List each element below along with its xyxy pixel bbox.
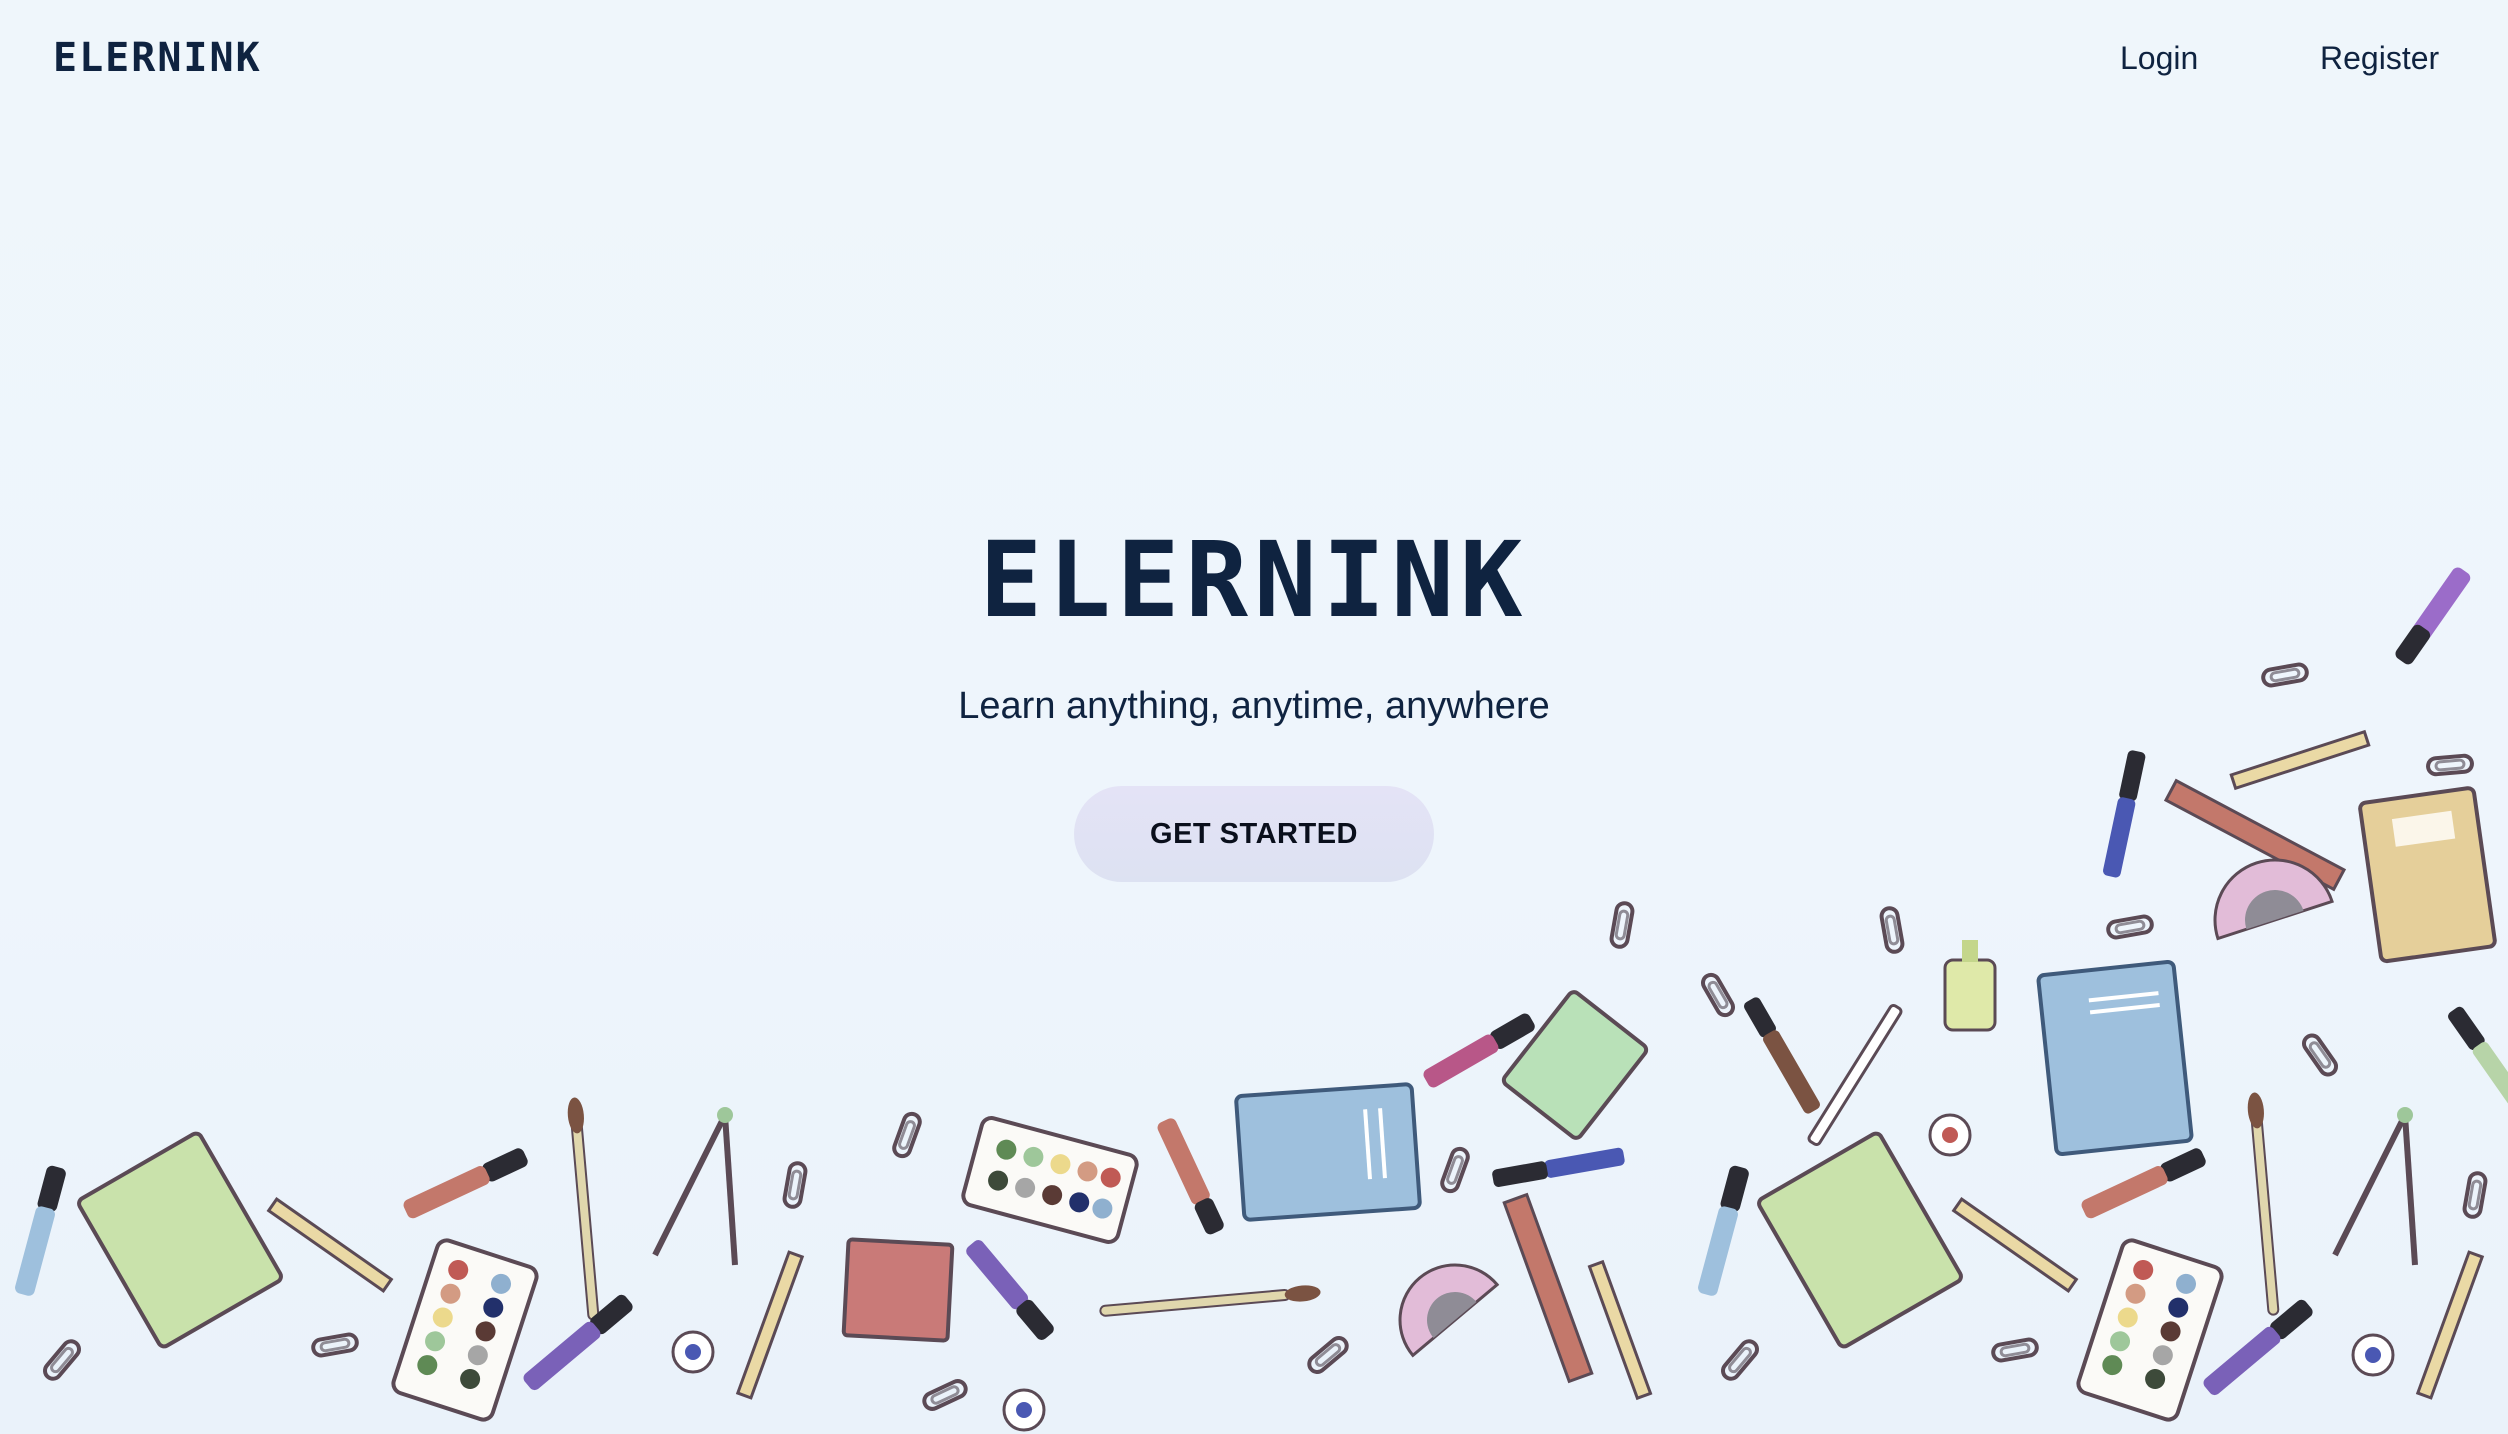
- marker-icon: [1744, 997, 1820, 1114]
- login-link[interactable]: Login: [2120, 38, 2198, 78]
- marker-icon: [403, 1148, 528, 1219]
- paintbrush-icon: [567, 1097, 600, 1321]
- notebook-icon: [2036, 959, 2194, 1157]
- paperclip-icon: [1717, 1336, 1763, 1384]
- paintbrush-icon: [1099, 1285, 1321, 1317]
- paperclip-icon: [2104, 913, 2156, 941]
- protractor-icon: [1398, 1263, 1500, 1358]
- marker-icon: [1157, 1118, 1224, 1235]
- paperclip-icon: [39, 1336, 85, 1384]
- paperclip-icon: [1304, 1332, 1352, 1378]
- paperclip-icon: [1989, 1336, 2041, 1364]
- pencil-icon: [735, 1250, 805, 1400]
- marker-icon: [15, 1165, 66, 1296]
- eraser-icon: [671, 1330, 715, 1374]
- paperclip-icon: [781, 1159, 809, 1211]
- notebook-icon: [841, 1237, 955, 1343]
- paperclip-icon: [1608, 899, 1636, 951]
- marker-icon: [2081, 1148, 2206, 1219]
- eraser-icon: [1928, 1113, 1972, 1157]
- hero-subtitle: Learn anything, anytime, anywhere: [958, 685, 1550, 727]
- paperclip-icon: [1878, 904, 1906, 956]
- paint-palette-icon: [2076, 1238, 2224, 1422]
- navbar: ELERNINK Login Register: [0, 0, 2508, 116]
- pen-icon: [1807, 1003, 1903, 1147]
- marker-icon: [966, 1240, 1054, 1340]
- paperclip-icon: [2461, 1169, 2489, 1221]
- pencil-icon: [2415, 1250, 2485, 1400]
- notebook-icon: [1234, 1082, 1422, 1222]
- register-link[interactable]: Register: [2320, 38, 2439, 78]
- compass-icon: [2332, 1107, 2418, 1266]
- compass-icon: [652, 1107, 738, 1266]
- paintbrush-icon: [2247, 1092, 2280, 1316]
- ruler-icon: [1502, 1192, 1594, 1384]
- marker-icon: [523, 1294, 633, 1391]
- paint-palette-icon: [391, 1238, 539, 1422]
- pencil-icon: [1587, 1259, 1653, 1401]
- marker-icon: [2448, 1006, 2508, 1106]
- marker-icon: [1492, 1147, 1625, 1188]
- hero-section: ELERNINK Learn anything, anytime, anywhe…: [0, 520, 2508, 882]
- paperclip-icon: [2298, 1030, 2342, 1080]
- paperclip-icon: [1437, 1144, 1473, 1196]
- notebook-icon: [1501, 990, 1649, 1140]
- notebook-icon: [77, 1131, 283, 1349]
- get-started-button[interactable]: GET STARTED: [1074, 786, 1434, 882]
- brand-logo[interactable]: ELERNINK: [53, 36, 262, 80]
- eraser-icon: [1002, 1388, 1046, 1432]
- marker-icon: [1698, 1165, 1749, 1296]
- hero-title: ELERNINK: [979, 519, 1529, 641]
- marker-icon: [2203, 1299, 2313, 1396]
- notebook-icon: [1757, 1131, 1963, 1349]
- pencil-icon: [1951, 1197, 2079, 1293]
- paperclip-icon: [309, 1331, 361, 1359]
- paint-palette-icon: [961, 1116, 1139, 1244]
- paperclip-icon: [1698, 969, 1738, 1021]
- paperclip-icon: [889, 1109, 925, 1161]
- pencil-icon: [266, 1197, 394, 1293]
- glue-bottle-icon: [1943, 940, 1997, 1032]
- paperclip-icon: [919, 1376, 971, 1414]
- eraser-icon: [2351, 1333, 2395, 1377]
